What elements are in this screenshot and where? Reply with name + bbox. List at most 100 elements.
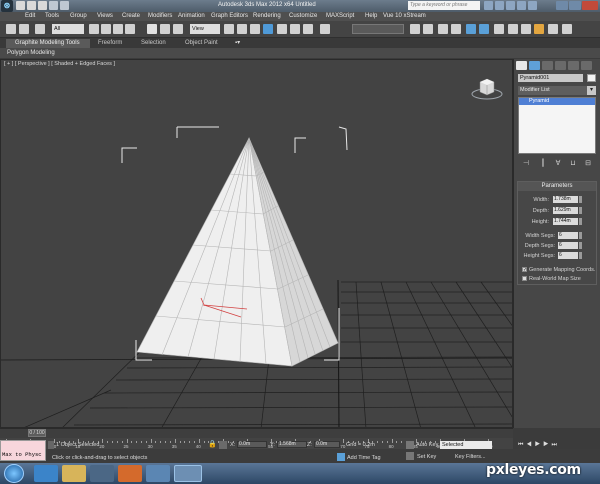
show-end-result-icon[interactable]: ┃ bbox=[538, 159, 548, 168]
file-explorer-icon[interactable] bbox=[62, 465, 86, 482]
new-file-icon[interactable] bbox=[16, 1, 25, 10]
scale-icon[interactable] bbox=[173, 24, 183, 34]
undo-tool-icon[interactable] bbox=[6, 24, 16, 34]
time-slider-thumb[interactable]: 0 / 100 bbox=[28, 429, 46, 437]
menu-animation[interactable]: Animation bbox=[178, 13, 205, 19]
tab-selection[interactable]: Selection bbox=[141, 40, 166, 46]
remove-modifier-icon[interactable]: ⊔ bbox=[568, 159, 578, 168]
rotate-icon[interactable] bbox=[160, 24, 170, 34]
percent-snap-icon[interactable] bbox=[290, 24, 300, 34]
angle-snap-icon[interactable] bbox=[277, 24, 287, 34]
create-tab-icon[interactable] bbox=[516, 61, 527, 70]
width-field[interactable]: 1.738m bbox=[553, 196, 578, 203]
lock-selection-icon[interactable]: 🔒 bbox=[208, 441, 217, 449]
chevron-down-icon[interactable]: ▾ bbox=[587, 86, 596, 95]
minimize-button[interactable] bbox=[556, 1, 568, 10]
mirror-icon[interactable] bbox=[410, 24, 420, 34]
pyramid-mesh[interactable] bbox=[136, 137, 339, 367]
depth-segs-field[interactable]: 6 bbox=[558, 242, 578, 249]
motion-tab-icon[interactable] bbox=[555, 61, 566, 70]
y-coord-field[interactable]: 1.568m bbox=[277, 441, 307, 448]
select-by-name-icon[interactable] bbox=[101, 24, 111, 34]
display-tab-icon[interactable] bbox=[568, 61, 579, 70]
height-segs-field[interactable]: 6 bbox=[558, 252, 578, 259]
edit-named-selection-icon[interactable] bbox=[320, 24, 330, 34]
ribbon-options-icon[interactable]: ▪▾ bbox=[235, 40, 244, 46]
menu-vue-xstream[interactable]: Vue 10 xStream bbox=[383, 13, 426, 19]
spinner-snap-icon[interactable] bbox=[303, 24, 313, 34]
menu-help[interactable]: Help bbox=[365, 13, 377, 19]
polygon-modeling-label[interactable]: Polygon Modeling bbox=[7, 50, 55, 56]
layer-manager-icon[interactable] bbox=[438, 24, 448, 34]
set-key-button[interactable]: Set Key bbox=[417, 454, 436, 460]
reference-coordinate-dropdown[interactable]: View bbox=[190, 24, 220, 34]
save-file-icon[interactable] bbox=[38, 1, 47, 10]
viewcube-icon[interactable] bbox=[470, 72, 504, 106]
3ds-max-taskbar-icon[interactable] bbox=[174, 465, 202, 482]
configure-modifier-sets-icon[interactable]: ⊟ bbox=[583, 159, 593, 168]
favorites-icon[interactable] bbox=[517, 1, 526, 10]
link-icon[interactable] bbox=[35, 24, 45, 34]
depth-field[interactable]: 1.629m bbox=[553, 207, 578, 214]
menu-edit[interactable]: Edit bbox=[25, 13, 35, 19]
height-field[interactable]: 1.744m bbox=[553, 218, 578, 225]
pivot-center-icon[interactable] bbox=[224, 24, 234, 34]
x-coord-field[interactable]: 0.0m bbox=[237, 441, 267, 448]
undo-icon[interactable] bbox=[49, 1, 58, 10]
parameters-header[interactable]: Parameters bbox=[518, 182, 596, 191]
viewport-scene[interactable] bbox=[1, 60, 513, 428]
z-coord-field[interactable]: 0.0m bbox=[314, 441, 340, 448]
playback-controls[interactable]: ⏮◀▶▶⏭ bbox=[518, 442, 588, 449]
vray-icon[interactable] bbox=[548, 24, 558, 34]
absolute-mode-icon[interactable] bbox=[219, 441, 227, 449]
redo-icon[interactable] bbox=[60, 1, 69, 10]
menu-modifiers[interactable]: Modifiers bbox=[148, 13, 172, 19]
stack-item-pyramid[interactable]: Pyramid bbox=[519, 98, 595, 105]
width-segs-spinner[interactable] bbox=[579, 232, 582, 239]
menu-tools[interactable]: Tools bbox=[45, 13, 59, 19]
start-button-icon[interactable] bbox=[4, 464, 24, 483]
gen-mapping-checkbox[interactable]: ✓ bbox=[522, 267, 527, 273]
menu-views[interactable]: Views bbox=[97, 13, 113, 19]
menu-rendering[interactable]: Rendering bbox=[253, 13, 281, 19]
set-key-icon[interactable] bbox=[406, 452, 414, 460]
depth-spinner[interactable] bbox=[579, 207, 582, 214]
app-taskbar-icon[interactable] bbox=[146, 465, 170, 482]
move-icon[interactable] bbox=[147, 24, 157, 34]
schematic-view-icon[interactable] bbox=[479, 24, 489, 34]
height-segs-spinner[interactable] bbox=[579, 252, 582, 259]
pin-stack-icon[interactable]: ⊣ bbox=[521, 159, 531, 168]
time-slider-track[interactable] bbox=[0, 428, 513, 438]
search-icon[interactable] bbox=[484, 1, 493, 10]
make-unique-icon[interactable]: ∀ bbox=[553, 159, 563, 168]
menu-graph-editors[interactable]: Graph Editors bbox=[211, 13, 248, 19]
help-icon[interactable] bbox=[528, 1, 537, 10]
maximize-button[interactable] bbox=[569, 1, 581, 10]
open-file-icon[interactable] bbox=[27, 1, 36, 10]
selection-filter-dropdown[interactable]: All bbox=[52, 24, 84, 34]
key-mode-dropdown[interactable]: Selected bbox=[440, 441, 492, 449]
menu-customize[interactable]: Customize bbox=[289, 13, 317, 19]
graphite-toggle-icon[interactable] bbox=[451, 24, 461, 34]
add-time-tag[interactable]: Add Time Tag bbox=[347, 455, 381, 461]
tab-graphite-modeling-tools[interactable]: Graphite Modeling Tools bbox=[6, 39, 90, 48]
named-selection-sets-dropdown[interactable] bbox=[352, 24, 404, 34]
firefox-icon[interactable] bbox=[118, 465, 142, 482]
hierarchy-tab-icon[interactable] bbox=[542, 61, 553, 70]
menu-create[interactable]: Create bbox=[122, 13, 140, 19]
key-filters-button[interactable]: Key Filters... bbox=[455, 454, 486, 460]
subscription-icon[interactable] bbox=[495, 1, 504, 10]
tab-freeform[interactable]: Freeform bbox=[98, 40, 122, 46]
height-spinner[interactable] bbox=[579, 218, 582, 225]
auto-key-button[interactable]: Auto Key bbox=[416, 442, 438, 448]
rectangular-selection-icon[interactable] bbox=[113, 24, 123, 34]
menu-maxscript[interactable]: MAXScript bbox=[326, 13, 354, 19]
object-name-field[interactable]: Pyramid001 bbox=[518, 74, 583, 82]
window-crossing-icon[interactable] bbox=[125, 24, 135, 34]
communication-icon[interactable] bbox=[506, 1, 515, 10]
modifier-list-dropdown[interactable]: Modifier List bbox=[518, 86, 596, 95]
align-icon[interactable] bbox=[423, 24, 433, 34]
depth-segs-spinner[interactable] bbox=[579, 242, 582, 249]
object-color-swatch[interactable] bbox=[587, 74, 596, 82]
tab-object-paint[interactable]: Object Paint bbox=[185, 40, 218, 46]
